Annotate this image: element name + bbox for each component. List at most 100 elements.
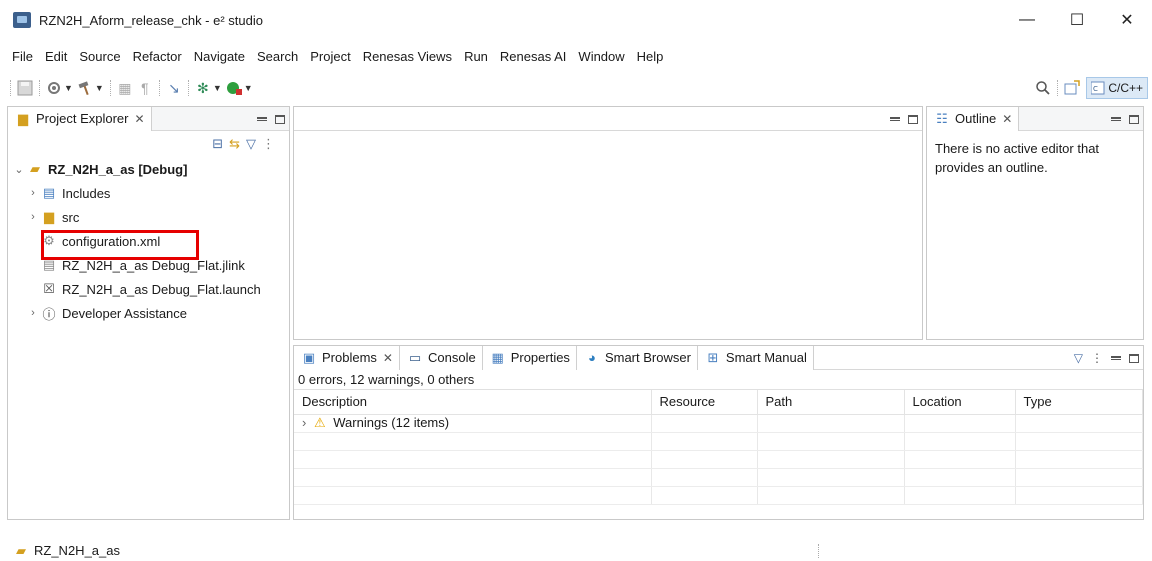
menu-run[interactable]: Run [458,49,494,64]
build-hammer-icon[interactable] [75,78,95,98]
column-resource[interactable]: Resource [651,390,758,415]
warnings-group-cell[interactable]: › ⚠ Warnings (12 items) [294,414,652,433]
tree-item-developer-assistance[interactable]: › ⓘ Developer Assistance [12,301,289,325]
menu-window[interactable]: Window [572,49,630,64]
minimize-icon[interactable] [1111,117,1121,121]
editor-area [293,106,923,340]
chevron-down-icon[interactable]: ▼ [95,83,104,93]
chevron-down-icon[interactable]: ▼ [244,83,253,93]
window-controls: — ☐ ✕ [1002,0,1152,40]
smart-manual-icon: ⊞ [707,349,719,365]
menu-navigate[interactable]: Navigate [188,49,251,64]
tree-item-label: Includes [62,185,111,201]
tree-item-project[interactable]: ⌄ ▰ RZ_N2H_a_as [Debug] [12,157,289,181]
link-editor-icon[interactable]: ⇆ [229,136,240,152]
minimize-icon[interactable] [890,117,900,121]
minimize-icon[interactable] [257,117,267,121]
menu-search[interactable]: Search [251,49,304,64]
menu-file[interactable]: File [6,49,39,64]
table-row [294,432,1143,451]
collapse-all-icon[interactable]: ⊟ [212,136,223,152]
folder-icon: ▆ [44,209,54,224]
tab-label: Properties [510,350,570,365]
chevron-down-icon[interactable]: ▼ [64,83,73,93]
save-icon[interactable] [15,78,35,98]
menu-edit[interactable]: Edit [39,49,73,64]
chevron-down-icon[interactable]: ▼ [213,83,222,93]
column-description[interactable]: Description [294,390,652,415]
table-row [294,450,1143,469]
column-path[interactable]: Path [757,390,905,415]
chevron-right-icon[interactable]: › [26,307,40,319]
tab-label: Project Explorer [36,111,129,126]
tab-smart-browser[interactable]: ◕ Smart Browser [576,345,698,370]
menu-help[interactable]: Help [631,49,670,64]
search-icon[interactable] [1033,78,1053,98]
settings-gear-icon[interactable] [44,78,64,98]
maximize-icon[interactable] [908,114,918,124]
includes-icon: ▤ [42,185,56,200]
smart-browser-icon: ◕ [588,350,596,365]
chevron-down-icon[interactable]: ⌄ [12,163,26,176]
run-icon[interactable] [224,78,244,98]
tab-console[interactable]: ▭ Console [399,345,483,370]
close-icon[interactable]: ✕ [134,112,144,126]
toolbar-separator [1057,80,1059,96]
status-bar: ▰ RZ_N2H_a_as [0,540,1152,561]
maximize-icon[interactable] [1129,353,1139,363]
chevron-right-icon[interactable]: › [26,187,40,199]
table-row [294,486,1143,505]
menu-project[interactable]: Project [304,49,356,64]
menu-source[interactable]: Source [73,49,126,64]
view-menu-icon[interactable]: ⋮ [262,136,275,152]
filter-icon[interactable]: ▽ [1074,351,1083,365]
table-row[interactable]: › ⚠ Warnings (12 items) [294,414,1143,433]
minimize-button[interactable]: — [1002,0,1052,40]
maximize-icon[interactable] [1129,114,1139,124]
maximize-icon[interactable] [275,114,285,124]
panel-controls [257,107,285,131]
tab-properties[interactable]: ▦ Properties [482,345,577,370]
maximize-button[interactable]: ☐ [1052,0,1102,40]
filter-icon[interactable]: ▽ [246,136,256,152]
tree-item-includes[interactable]: › ▤ Includes [12,181,289,205]
outline-icon: ☷ [936,110,948,126]
tree-item-src[interactable]: › ▆ src [12,205,289,229]
tab-outline[interactable]: ☷ Outline ✕ [927,107,1020,131]
menu-refactor[interactable]: Refactor [127,49,188,64]
tree-item-launch[interactable]: ☒ RZ_N2H_a_as Debug_Flat.launch [12,277,289,301]
debug-bug-icon[interactable]: ✻ [193,78,213,98]
toggle-mark-icon[interactable]: ▦ [115,78,135,98]
chevron-right-icon[interactable]: › [302,415,306,430]
menu-renesas-views[interactable]: Renesas Views [357,49,458,64]
problems-icon: ▣ [302,349,316,365]
tab-problems[interactable]: ▣ Problems ✕ [294,345,400,370]
pilcrow-icon[interactable]: ¶ [135,78,155,98]
menu-renesas-ai[interactable]: Renesas AI [494,49,573,64]
view-menu-icon[interactable]: ⋮ [1091,351,1103,365]
warnings-label: Warnings (12 items) [333,415,450,430]
open-perspective-icon[interactable] [1062,78,1082,98]
toolbar-separator [187,80,189,96]
search-toggle-icon[interactable]: ↘ [164,78,184,98]
tab-project-explorer[interactable]: ▆ Project Explorer ✕ [8,106,152,131]
highlight-box [41,230,199,260]
outline-tabbar: ☷ Outline ✕ [927,107,1143,131]
launch-icon: ☒ [43,281,55,296]
console-icon: ▭ [408,349,422,365]
project-explorer-tabbar: ▆ Project Explorer ✕ [8,106,289,131]
close-button[interactable]: ✕ [1102,0,1152,40]
panel-controls: ▽ ⋮ [1074,346,1139,370]
toolbar-right: C C/C++ [1033,76,1148,100]
properties-icon: ▦ [491,349,504,365]
column-location[interactable]: Location [904,390,1016,415]
tree-item-label: Developer Assistance [62,305,188,321]
close-icon[interactable]: ✕ [383,351,393,365]
column-type[interactable]: Type [1015,390,1143,415]
close-icon[interactable]: ✕ [1002,112,1012,126]
perspective-cpp-button[interactable]: C C/C++ [1086,77,1148,99]
tab-smart-manual[interactable]: ⊞ Smart Manual [697,345,814,370]
minimize-icon[interactable] [1111,356,1121,360]
chevron-right-icon[interactable]: › [26,211,40,223]
status-separator [818,544,820,558]
